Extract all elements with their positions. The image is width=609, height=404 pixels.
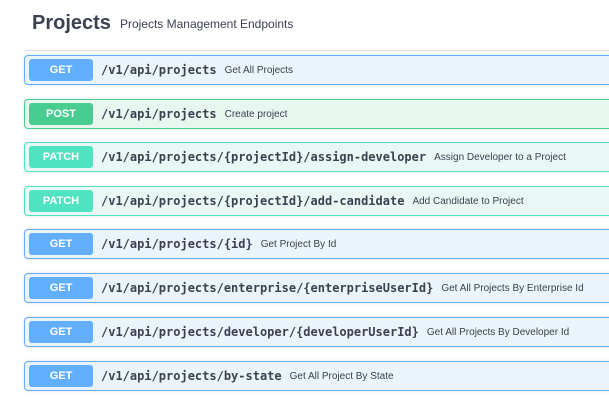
operation-path: /v1/api/projects/enterprise/{enterpriseU… (101, 281, 434, 295)
operation-assign-developer[interactable]: PATCH /v1/api/projects/{projectId}/assig… (24, 142, 609, 172)
operation-create-project[interactable]: POST /v1/api/projects Create project (24, 99, 609, 129)
method-badge: PATCH (29, 146, 93, 168)
operation-path: /v1/api/projects/{projectId}/add-candida… (101, 194, 405, 208)
projects-section-header[interactable]: Projects Projects Management Endpoints (24, 0, 609, 51)
operation-path: /v1/api/projects/developer/{developerUse… (101, 325, 419, 339)
section-title: Projects (32, 11, 111, 34)
section-description: Projects Management Endpoints (119, 16, 294, 31)
operation-path: /v1/api/projects/{id} (101, 237, 253, 251)
operation-summary: Get All Projects (224, 64, 293, 76)
operation-path: /v1/api/projects/{projectId}/assign-deve… (101, 150, 427, 164)
swagger-page: Projects Projects Management Endpoints G… (0, 0, 609, 404)
operation-summary: Add Candidate to Project (412, 195, 524, 207)
operation-get-project-by-id[interactable]: GET /v1/api/projects/{id} Get Project By… (24, 229, 609, 259)
operation-path: /v1/api/projects (101, 63, 217, 77)
operation-path: /v1/api/projects/by-state (101, 369, 282, 383)
operation-get-projects-by-enterprise[interactable]: GET /v1/api/projects/enterprise/{enterpr… (24, 273, 609, 303)
operation-get-all-projects[interactable]: GET /v1/api/projects Get All Projects (24, 55, 609, 85)
operation-add-candidate[interactable]: PATCH /v1/api/projects/{projectId}/add-c… (24, 186, 609, 216)
operation-summary: Get All Projects By Developer Id (426, 326, 570, 338)
operation-get-projects-by-developer[interactable]: GET /v1/api/projects/developer/{develope… (24, 317, 609, 347)
operation-summary: Get All Projects By Enterprise Id (441, 282, 584, 294)
method-badge: GET (29, 277, 93, 299)
operation-summary: Create project (224, 108, 288, 120)
method-badge: GET (29, 365, 93, 387)
method-badge: GET (29, 233, 93, 255)
operation-summary: Assign Developer to a Project (434, 151, 566, 163)
operation-path: /v1/api/projects (101, 107, 217, 121)
operation-get-projects-by-state[interactable]: GET /v1/api/projects/by-state Get All Pr… (24, 361, 609, 391)
operation-summary: Get Project By Id (260, 238, 337, 250)
method-badge: GET (29, 321, 93, 343)
method-badge: GET (29, 59, 93, 81)
method-badge: POST (29, 103, 93, 125)
operation-summary: Get All Project By State (289, 370, 394, 382)
method-badge: PATCH (29, 190, 93, 212)
